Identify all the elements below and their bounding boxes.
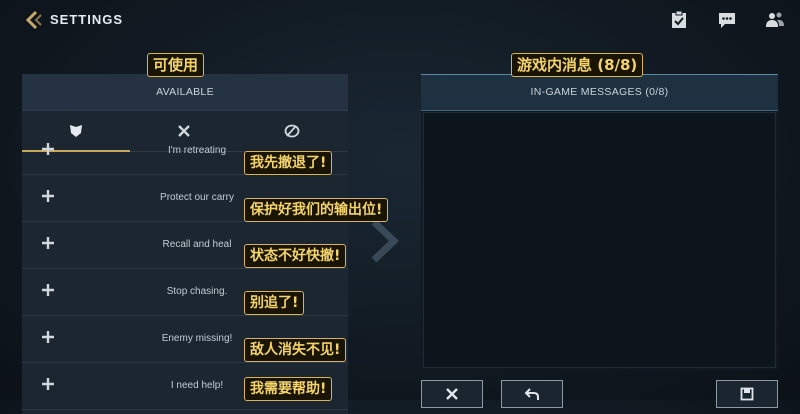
clipboard-check-icon[interactable] bbox=[669, 10, 689, 30]
add-icon[interactable] bbox=[40, 376, 56, 392]
annotation-item: 别追了! bbox=[244, 291, 305, 315]
ingame-messages-title: IN-GAME MESSAGES (0/8) bbox=[421, 74, 778, 111]
annotation-item: 我需要帮助! bbox=[244, 377, 333, 401]
ingame-messages-panel: IN-GAME MESSAGES (0/8) bbox=[421, 74, 778, 370]
chat-bubble-icon[interactable] bbox=[717, 10, 737, 30]
add-icon[interactable] bbox=[40, 141, 56, 157]
available-title: AVAILABLE bbox=[22, 74, 348, 111]
add-icon[interactable] bbox=[40, 282, 56, 298]
transfer-chevron-icon bbox=[371, 219, 400, 263]
annotation-item: 敌人消失不见! bbox=[244, 338, 347, 362]
annotation-item: 保护好我们的输出位! bbox=[244, 198, 389, 222]
annotation-available: 可使用 bbox=[147, 53, 205, 77]
annotation-item: 我先撤退了! bbox=[244, 151, 333, 175]
save-icon bbox=[740, 387, 754, 401]
undo-icon bbox=[524, 388, 539, 400]
top-bar: SETTINGS bbox=[0, 0, 800, 40]
page-title: SETTINGS bbox=[50, 12, 124, 27]
clear-button[interactable] bbox=[421, 380, 483, 408]
people-icon[interactable] bbox=[765, 10, 785, 30]
add-icon[interactable] bbox=[40, 188, 56, 204]
save-button[interactable] bbox=[716, 380, 778, 408]
annotation-item: 状态不好快撤! bbox=[244, 244, 347, 268]
back-chevron-icon[interactable] bbox=[22, 9, 44, 31]
ingame-messages-list[interactable] bbox=[423, 112, 776, 368]
close-icon bbox=[446, 388, 458, 400]
add-icon[interactable] bbox=[40, 329, 56, 345]
add-icon[interactable] bbox=[40, 235, 56, 251]
undo-button[interactable] bbox=[501, 380, 563, 408]
annotation-ingame-messages: 游戏内消息 (8/8) bbox=[511, 53, 644, 77]
